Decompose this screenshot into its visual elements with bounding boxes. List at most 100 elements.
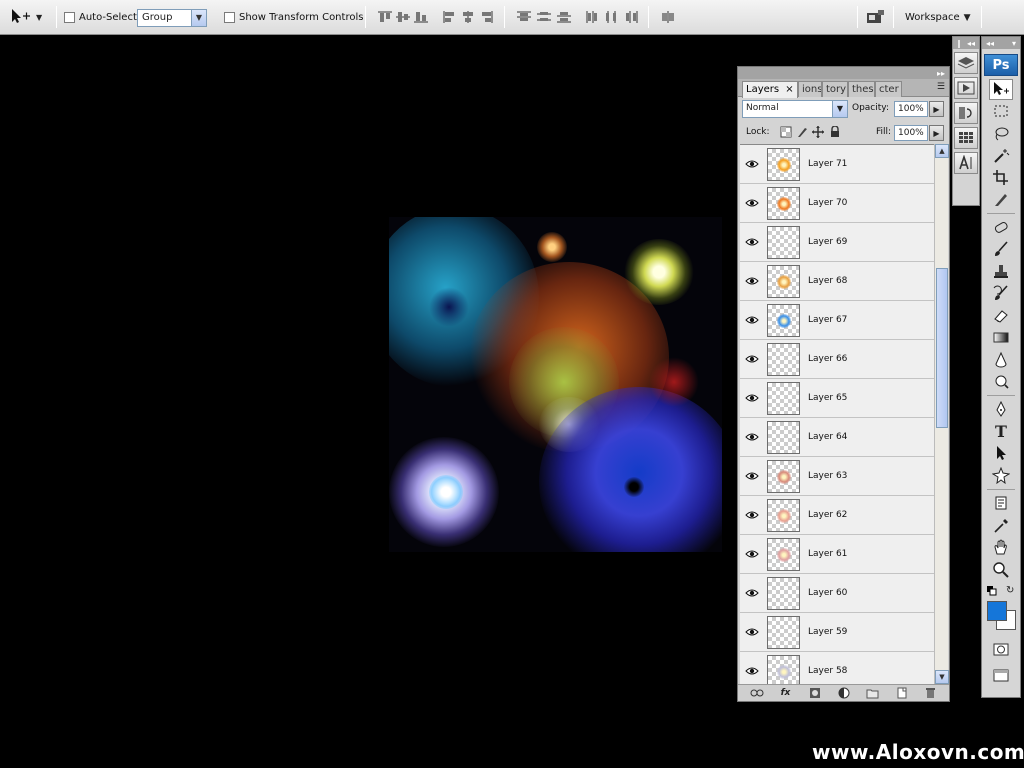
layer-thumbnail[interactable]	[767, 499, 800, 532]
notes-tool-icon[interactable]	[989, 493, 1013, 514]
quick-mask-mode-icon[interactable]	[989, 639, 1013, 660]
opacity-field[interactable]: 100%	[894, 101, 928, 117]
custom-shape-tool-icon[interactable]	[989, 465, 1013, 486]
layer-row[interactable]: Layer 64	[740, 418, 934, 457]
visibility-eye-icon[interactable]	[742, 466, 762, 486]
layer-style-fx-icon[interactable]: fx	[778, 687, 794, 700]
dock-grip[interactable]: ‖ ◂◂	[953, 37, 979, 49]
default-colors-icon[interactable]	[987, 586, 997, 599]
new-layer-icon[interactable]	[894, 687, 910, 700]
scroll-thumb[interactable]	[936, 268, 948, 428]
path-selection-tool-icon[interactable]	[989, 443, 1013, 464]
distribute-horizontal-centers-icon[interactable]	[604, 10, 620, 24]
layer-thumbnail[interactable]	[767, 187, 800, 220]
history-brush-tool-icon[interactable]	[989, 283, 1013, 304]
layer-thumbnail[interactable]	[767, 538, 800, 571]
layer-name[interactable]: Layer 60	[808, 588, 847, 598]
visibility-eye-icon[interactable]	[742, 388, 762, 408]
collapse-icon[interactable]: ◂◂	[986, 39, 994, 48]
layer-thumbnail[interactable]	[767, 304, 800, 337]
layer-thumbnail[interactable]	[767, 577, 800, 610]
screen-mode-icon[interactable]	[989, 665, 1013, 686]
visibility-eye-icon[interactable]	[742, 232, 762, 252]
tool-preset-picker[interactable]: ▼	[10, 0, 52, 35]
layer-name[interactable]: Layer 71	[808, 159, 847, 169]
visibility-eye-icon[interactable]	[742, 193, 762, 213]
delete-layer-trash-icon[interactable]	[923, 687, 939, 700]
move-tool-icon[interactable]	[989, 79, 1013, 100]
pen-tool-icon[interactable]	[989, 399, 1013, 420]
layers-panel-icon[interactable]	[954, 52, 978, 74]
tab-history[interactable]: tory	[822, 81, 848, 97]
layer-name[interactable]: Layer 61	[808, 549, 847, 559]
chevron-down-icon[interactable]: ▼	[191, 10, 206, 26]
magic-wand-tool-icon[interactable]	[989, 145, 1013, 166]
visibility-eye-icon[interactable]	[742, 583, 762, 603]
auto-select-checkbox[interactable]: Auto-Select:	[64, 0, 140, 35]
tools-grip[interactable]: ◂◂ ▾	[982, 37, 1020, 49]
close-icon[interactable]: ×	[785, 84, 793, 95]
marquee-tool-icon[interactable]	[989, 101, 1013, 122]
actions-panel-icon[interactable]	[954, 77, 978, 99]
opacity-slider-button[interactable]: ▶	[929, 101, 944, 117]
layer-row[interactable]: Layer 59	[740, 613, 934, 652]
layer-row[interactable]: Layer 65	[740, 379, 934, 418]
layer-thumbnail[interactable]	[767, 148, 800, 181]
layer-name[interactable]: Layer 64	[808, 432, 847, 442]
fill-slider-button[interactable]: ▶	[929, 125, 944, 141]
visibility-eye-icon[interactable]	[742, 622, 762, 642]
blend-mode-dropdown[interactable]: Normal ▼	[742, 100, 848, 118]
layer-row[interactable]: Layer 68	[740, 262, 934, 301]
layer-row[interactable]: Layer 61	[740, 535, 934, 574]
visibility-eye-icon[interactable]	[742, 505, 762, 525]
layer-name[interactable]: Layer 66	[808, 354, 847, 364]
swatches-panel-icon[interactable]	[954, 127, 978, 149]
distribute-left-icon[interactable]	[585, 10, 601, 24]
layer-name[interactable]: Layer 62	[808, 510, 847, 520]
layer-list-scrollbar[interactable]: ▲ ▼	[934, 144, 949, 684]
distribute-right-icon[interactable]	[623, 10, 639, 24]
layer-name[interactable]: Layer 68	[808, 276, 847, 286]
new-group-folder-icon[interactable]	[865, 687, 881, 700]
distribute-vertical-centers-icon[interactable]	[536, 10, 552, 24]
layer-name[interactable]: Layer 63	[808, 471, 847, 481]
visibility-eye-icon[interactable]	[742, 661, 762, 681]
lock-position-icon[interactable]	[812, 126, 824, 141]
slice-tool-icon[interactable]	[989, 189, 1013, 210]
layer-row[interactable]: Layer 58	[740, 652, 934, 684]
align-bottom-edges-icon[interactable]	[413, 10, 429, 24]
lock-transparent-icon[interactable]	[780, 126, 792, 141]
distribute-top-icon[interactable]	[516, 10, 532, 24]
visibility-eye-icon[interactable]	[742, 349, 762, 369]
layer-row[interactable]: Layer 60	[740, 574, 934, 613]
panel-menu-icon[interactable]: ☰	[937, 82, 945, 92]
brush-tool-icon[interactable]	[989, 239, 1013, 260]
layer-mask-icon[interactable]	[807, 687, 823, 700]
hand-tool-icon[interactable]	[989, 537, 1013, 558]
visibility-eye-icon[interactable]	[742, 310, 762, 330]
eraser-tool-icon[interactable]	[989, 305, 1013, 326]
layer-thumbnail[interactable]	[767, 382, 800, 415]
layer-row[interactable]: Layer 69	[740, 223, 934, 262]
layer-name[interactable]: Layer 70	[808, 198, 847, 208]
chevron-down-icon[interactable]: ▼	[832, 101, 847, 117]
scroll-up-button[interactable]: ▲	[935, 144, 949, 158]
layer-name[interactable]: Layer 69	[808, 237, 847, 247]
panel-grip[interactable]: ▸▸	[738, 67, 949, 79]
layer-thumbnail[interactable]	[767, 460, 800, 493]
layer-name[interactable]: Layer 58	[808, 666, 847, 676]
layer-thumbnail[interactable]	[767, 655, 800, 684]
scroll-down-button[interactable]: ▼	[935, 670, 949, 684]
visibility-eye-icon[interactable]	[742, 544, 762, 564]
link-layers-icon[interactable]	[749, 687, 765, 700]
bridge-icon[interactable]	[866, 9, 886, 25]
visibility-eye-icon[interactable]	[742, 154, 762, 174]
tab-actions[interactable]: ions	[798, 81, 822, 97]
history-panel-icon[interactable]	[954, 102, 978, 124]
layer-name[interactable]: Layer 59	[808, 627, 847, 637]
adjustment-layer-icon[interactable]	[836, 687, 852, 700]
layer-row[interactable]: Layer 62	[740, 496, 934, 535]
align-vertical-centers-icon[interactable]	[395, 10, 411, 24]
crop-tool-icon[interactable]	[989, 167, 1013, 188]
dodge-tool-icon[interactable]	[989, 371, 1013, 392]
